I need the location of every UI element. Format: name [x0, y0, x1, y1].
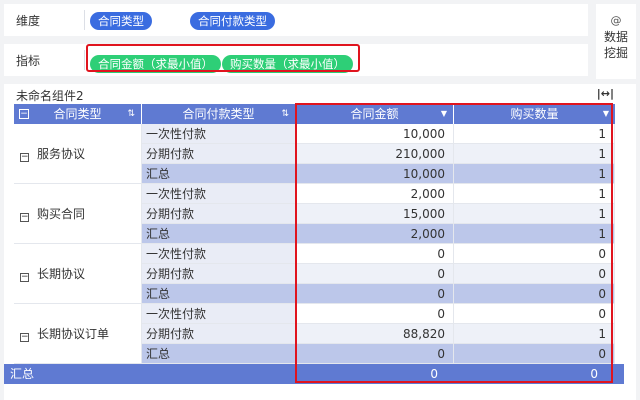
payment-type-cell: 汇总 [142, 224, 296, 244]
dimension-field-payment-type[interactable]: 合同付款类型 [190, 12, 275, 30]
quantity-cell: 0 [454, 244, 615, 264]
group-cell[interactable]: − 购买合同 [14, 184, 142, 244]
payment-type-cell: 分期付款 [142, 144, 296, 164]
collapse-icon[interactable]: − [20, 333, 29, 342]
sort-icon[interactable]: ⇅ [281, 104, 289, 124]
amount-cell: 88,820 [296, 324, 454, 344]
payment-type-cell: 汇总 [142, 344, 296, 364]
amount-cell: 15,000 [296, 204, 454, 224]
divider [84, 50, 85, 70]
payment-type-cell: 分期付款 [142, 204, 296, 224]
pivot-table-widget: 未命名组件2 |↔| − 合同类型 ⇅ 合同付款类型 ⇅ 合同金额 ▼ 购买数量… [4, 84, 636, 400]
quantity-cell: 1 [454, 124, 615, 144]
header-payment-type[interactable]: 合同付款类型 ⇅ [142, 104, 296, 124]
amount-cell: 0 [296, 304, 454, 324]
amount-cell: 10,000 [296, 124, 454, 144]
collapse-all-icon[interactable]: − [19, 109, 29, 119]
amount-cell: 2,000 [296, 184, 454, 204]
header-label: 购买数量 [510, 107, 559, 121]
grand-total-quantity: 0 [590, 367, 598, 381]
group-label: 购买合同 [37, 207, 86, 221]
sort-icon[interactable]: ⇅ [127, 104, 135, 124]
quantity-cell: 1 [454, 324, 615, 344]
header-quantity[interactable]: 购买数量 ▼ [454, 104, 615, 124]
payment-type-cell: 分期付款 [142, 264, 296, 284]
dimension-label: 维度 [16, 14, 41, 28]
dimension-row: 维度 合同类型 合同付款类型 [4, 4, 588, 36]
quantity-cell: 1 [454, 184, 615, 204]
group-cell[interactable]: − 长期协议订单 [14, 304, 142, 364]
collapse-icon[interactable]: − [20, 273, 29, 282]
collapse-icon[interactable]: − [20, 213, 29, 222]
header-label: 合同付款类型 [182, 107, 255, 121]
amount-cell: 0 [296, 264, 454, 284]
header-contract-type[interactable]: − 合同类型 ⇅ [14, 104, 142, 124]
quantity-cell: 0 [454, 344, 615, 364]
indicator-label: 指标 [16, 54, 41, 68]
quantity-cell: 1 [454, 204, 615, 224]
amount-cell: 210,000 [296, 144, 454, 164]
quantity-cell: 1 [454, 144, 615, 164]
payment-type-cell: 一次性付款 [142, 304, 296, 324]
header-label: 合同类型 [53, 107, 102, 121]
widget-title: 未命名组件2 [16, 89, 84, 103]
quantity-cell: 1 [454, 164, 615, 184]
data-mining-label-2: 挖掘 [603, 46, 628, 60]
data-mining-button[interactable]: @ 数据 挖掘 [596, 4, 636, 79]
quantity-cell: 0 [454, 264, 615, 284]
payment-type-cell: 汇总 [142, 284, 296, 304]
header-amount[interactable]: 合同金额 ▼ [296, 104, 454, 124]
header-label: 合同金额 [350, 107, 399, 121]
quantity-cell: 0 [454, 284, 615, 304]
quantity-cell: 0 [454, 304, 615, 324]
payment-type-cell: 分期付款 [142, 324, 296, 344]
data-mining-label-1: 数据 [603, 30, 628, 44]
grand-total-amount: 0 [430, 367, 438, 381]
amount-cell: 10,000 [296, 164, 454, 184]
amount-cell: 0 [296, 244, 454, 264]
group-cell[interactable]: − 长期协议 [14, 244, 142, 304]
expand-width-icon[interactable]: |↔| [597, 87, 614, 100]
divider [84, 10, 85, 30]
chevron-down-icon[interactable]: ▼ [603, 104, 609, 124]
dimension-field-contract-type[interactable]: 合同类型 [90, 12, 152, 30]
chevron-down-icon[interactable]: ▼ [441, 104, 447, 124]
payment-type-cell: 一次性付款 [142, 124, 296, 144]
group-cell[interactable]: − 服务协议 [14, 124, 142, 184]
group-label: 服务协议 [37, 147, 86, 161]
grand-total-label: 汇总 [10, 367, 35, 381]
quantity-cell: 1 [454, 224, 615, 244]
collapse-icon[interactable]: − [20, 153, 29, 162]
grand-total-row: 汇总 0 0 [4, 364, 624, 384]
amount-cell: 0 [296, 344, 454, 364]
group-label: 长期协议订单 [37, 327, 110, 341]
payment-type-cell: 汇总 [142, 164, 296, 184]
amount-cell: 2,000 [296, 224, 454, 244]
amount-cell: 0 [296, 284, 454, 304]
payment-type-cell: 一次性付款 [142, 184, 296, 204]
group-label: 长期协议 [37, 267, 86, 281]
indicator-highlight-box [86, 44, 360, 72]
field-config-panel: 维度 合同类型 合同付款类型 指标 合同金额（求最小值） 购买数量（求最小值） [4, 4, 588, 79]
data-mining-icon: @ [610, 14, 622, 27]
payment-type-cell: 一次性付款 [142, 244, 296, 264]
